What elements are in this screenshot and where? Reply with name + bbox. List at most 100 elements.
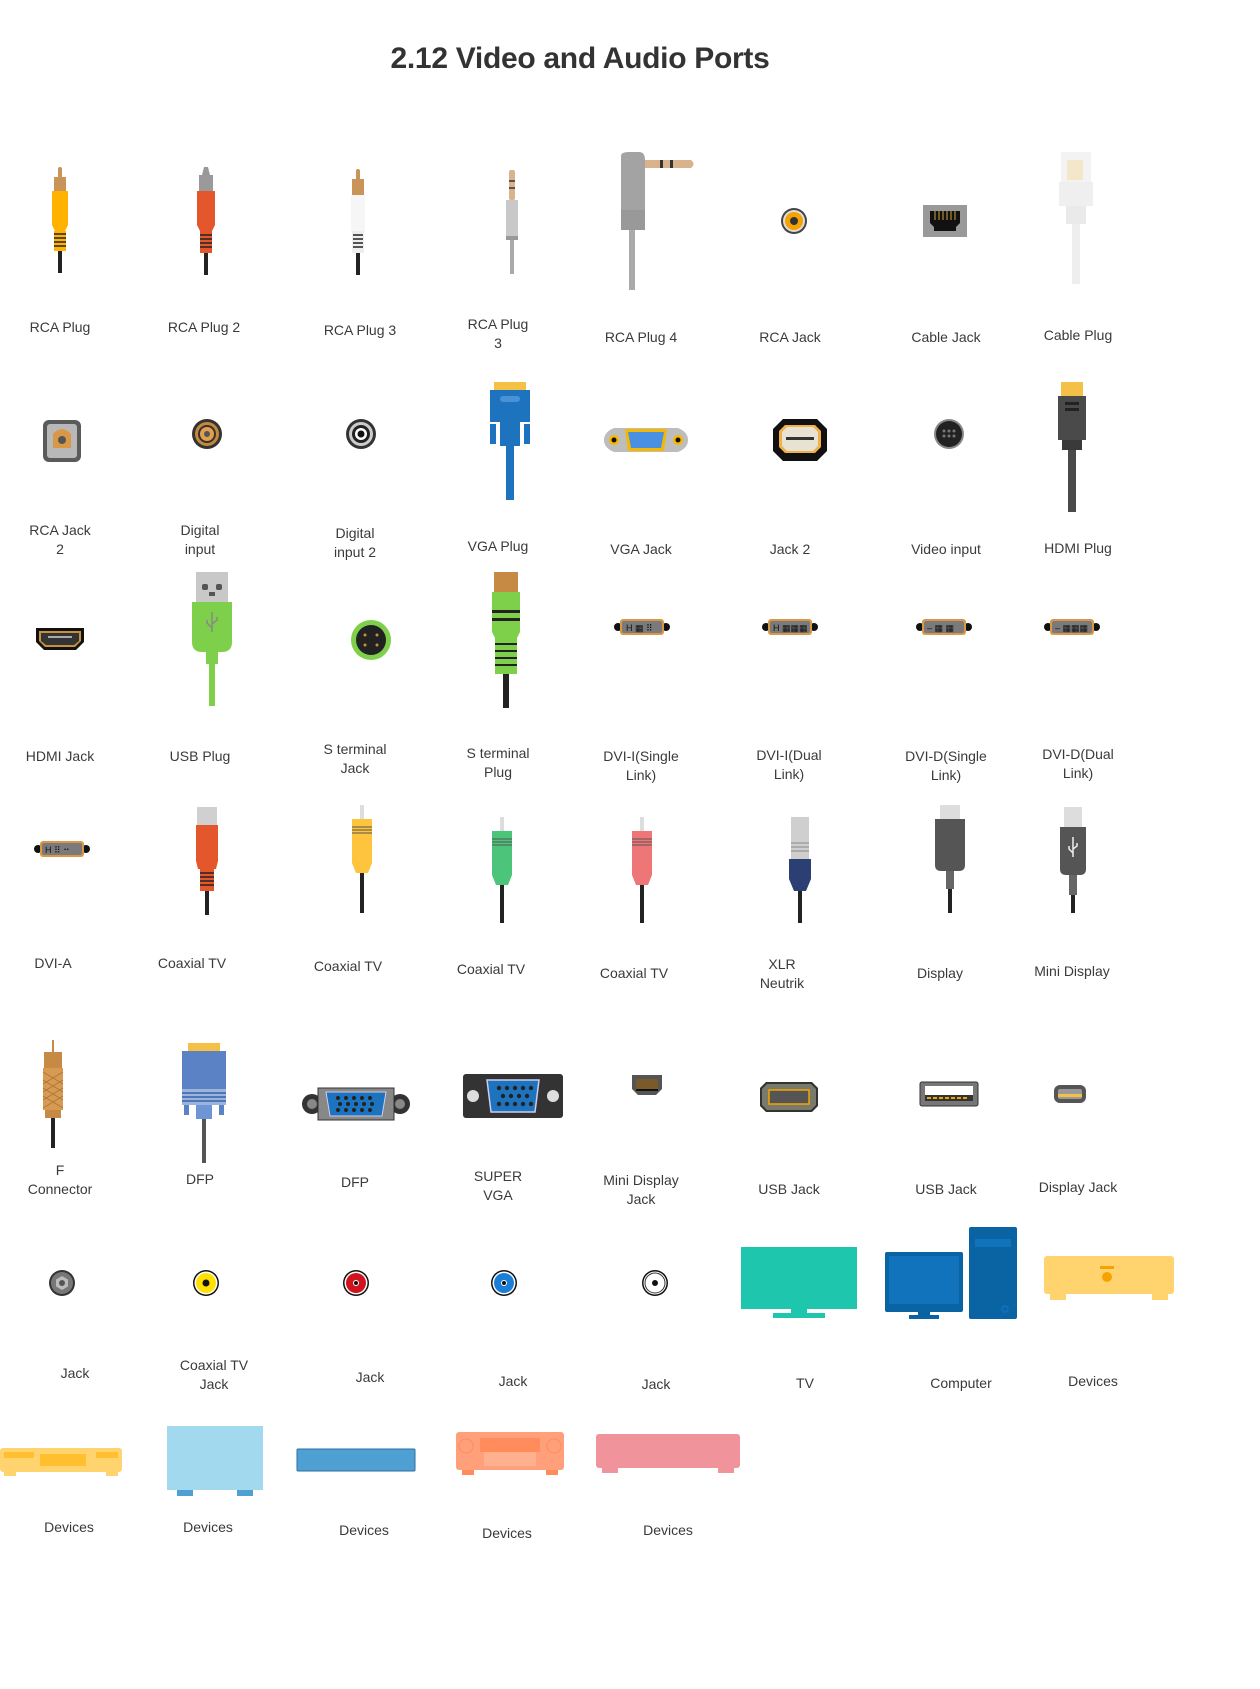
- shape-label: Coaxial TV: [599, 965, 669, 981]
- shape-label: SUPER VGA: [473, 1168, 523, 1203]
- rca-plug-yellow-icon[interactable]: [40, 165, 80, 275]
- optical-jack-icon[interactable]: [43, 420, 81, 462]
- device-blue-slim-icon[interactable]: [296, 1448, 416, 1473]
- s-terminal-plug-icon[interactable]: [488, 572, 524, 710]
- shape-label: Display: [917, 965, 963, 981]
- rca-plug-red-icon[interactable]: [186, 165, 226, 275]
- mini-display-plug-icon[interactable]: [1058, 807, 1088, 915]
- shape-label: Digital input 2: [333, 525, 377, 560]
- dvi-d-single-icon[interactable]: – ▦ ▦: [916, 618, 972, 636]
- shape-label: S terminal Plug: [466, 745, 530, 780]
- svg-text:H ⠿ ⠒: H ⠿ ⠒: [45, 845, 70, 855]
- digital-input-jack-icon[interactable]: [192, 419, 222, 449]
- f-connector-icon[interactable]: [40, 1040, 66, 1150]
- dvi-i-single-icon[interactable]: H ▦ ⠿: [614, 618, 670, 636]
- shape-label: HDMI Jack: [25, 748, 95, 764]
- device-yellow-box-icon[interactable]: [1044, 1256, 1174, 1300]
- shape-label: RCA Plug 3: [467, 316, 529, 351]
- shape-label: Coaxial TV: [313, 958, 383, 974]
- shape-label: DVI-D(Single Link): [905, 748, 987, 783]
- shape-label: Coaxial TV: [456, 961, 526, 977]
- shape-label: Computer: [930, 1375, 992, 1391]
- shape-label: Cable Plug: [1043, 327, 1113, 343]
- jack-white-icon[interactable]: [642, 1270, 668, 1296]
- svg-text:H ▦▦▦: H ▦▦▦: [773, 623, 808, 633]
- coax-plug-pink-icon[interactable]: [630, 817, 654, 927]
- mini-din-jack-icon[interactable]: [773, 419, 827, 461]
- shape-label: Cable Jack: [911, 329, 981, 345]
- shape-label: RCA Plug 2: [167, 319, 241, 335]
- shape-label: Mini Display Jack: [603, 1172, 679, 1207]
- jack-red-icon[interactable]: [343, 1270, 369, 1296]
- shape-label: USB Jack: [915, 1181, 977, 1197]
- vga-jack-icon[interactable]: [604, 425, 688, 455]
- vga-plug-icon[interactable]: [488, 380, 532, 502]
- usb-plug-icon[interactable]: [190, 570, 234, 708]
- device-orange-receiver-icon[interactable]: [456, 1432, 564, 1476]
- rca-plug-white-icon[interactable]: [338, 167, 378, 277]
- audio-jack-angled-icon[interactable]: [618, 152, 698, 292]
- svg-text:– ▦▦▦: – ▦▦▦: [1055, 623, 1088, 633]
- shape-label: Coaxial TV: [157, 955, 227, 971]
- rca-jack-icon[interactable]: [780, 207, 808, 235]
- dfp-jack-icon[interactable]: [302, 1086, 410, 1122]
- mini-hdmi-jack-icon[interactable]: [1054, 1085, 1086, 1103]
- shape-label: Devices: [1068, 1373, 1118, 1389]
- shape-label: DVI-I(Dual Link): [756, 747, 822, 782]
- shape-label: RCA Plug: [29, 319, 91, 335]
- shape-label: DVI-D(Dual Link): [1042, 746, 1114, 781]
- device-yellow-dvd-icon[interactable]: [0, 1448, 122, 1476]
- display-plug-icon[interactable]: [933, 805, 967, 917]
- shape-label: HDMI Plug: [1044, 540, 1112, 556]
- shape-label: Devices: [339, 1522, 389, 1538]
- audio-jack-straight-icon[interactable]: [500, 168, 524, 278]
- tv-icon[interactable]: [741, 1247, 857, 1321]
- shape-label: Video input: [911, 541, 981, 557]
- shape-label: DFP: [341, 1174, 369, 1190]
- shape-label: Jack: [355, 1369, 385, 1385]
- svg-text:H ▦ ⠿: H ▦ ⠿: [626, 623, 653, 633]
- jack-gray-icon[interactable]: [49, 1270, 75, 1296]
- device-pink-icon[interactable]: [596, 1434, 740, 1474]
- s-terminal-jack-icon[interactable]: [351, 620, 391, 660]
- dfp-plug-icon[interactable]: [180, 1043, 228, 1165]
- jack-yellow-icon[interactable]: [193, 1270, 219, 1296]
- shape-label: Display Jack: [1038, 1179, 1118, 1195]
- shape-label: Mini Display: [1034, 963, 1110, 979]
- coax-plug-green-icon[interactable]: [490, 817, 514, 927]
- shape-label: Jack: [498, 1373, 528, 1389]
- shape-label: Devices: [44, 1519, 94, 1535]
- s-video-jack-icon[interactable]: [934, 419, 964, 449]
- hdmi-jack-icon[interactable]: [34, 626, 86, 652]
- shape-label: DVI-I(Single Link): [603, 748, 679, 783]
- device-lightblue-icon[interactable]: [167, 1426, 263, 1498]
- digital-input-jack-2-icon[interactable]: [346, 419, 376, 449]
- shape-label: Devices: [643, 1522, 693, 1538]
- shape-label: Digital input: [180, 522, 220, 557]
- shape-label: USB Jack: [758, 1181, 820, 1197]
- dvi-i-dual-icon[interactable]: H ▦▦▦: [762, 618, 818, 636]
- mini-display-jack-icon[interactable]: [632, 1075, 662, 1097]
- coax-plug-yellow-icon[interactable]: [350, 805, 374, 915]
- coax-plug-red-icon[interactable]: [194, 805, 220, 917]
- shape-label: RCA Plug 3: [323, 322, 397, 338]
- dvi-a-icon[interactable]: H ⠿ ⠒: [34, 840, 90, 858]
- super-vga-icon[interactable]: [463, 1074, 563, 1118]
- shape-label: USB Plug: [169, 748, 231, 764]
- computer-icon[interactable]: [885, 1227, 1017, 1321]
- usb-jack-displayport-icon[interactable]: [760, 1082, 818, 1112]
- ethernet-plug-icon[interactable]: [1058, 152, 1094, 287]
- ethernet-jack-icon[interactable]: [923, 205, 967, 237]
- shape-label: VGA Plug: [467, 538, 529, 554]
- xlr-plug-icon[interactable]: [788, 817, 812, 927]
- shape-label: RCA Jack 2: [29, 522, 91, 557]
- shape-label: F Connector: [27, 1162, 93, 1197]
- hdmi-plug-icon[interactable]: [1057, 380, 1087, 515]
- usb-a-jack-icon[interactable]: [919, 1081, 979, 1107]
- shape-label: RCA Plug 4: [604, 329, 678, 345]
- shape-label: Coaxial TV Jack: [179, 1357, 249, 1392]
- dvi-d-dual-icon[interactable]: – ▦▦▦: [1044, 618, 1100, 636]
- shape-label: XLR Neutrik: [759, 956, 805, 991]
- shape-label: VGA Jack: [610, 541, 672, 557]
- jack-blue-icon[interactable]: [491, 1270, 517, 1296]
